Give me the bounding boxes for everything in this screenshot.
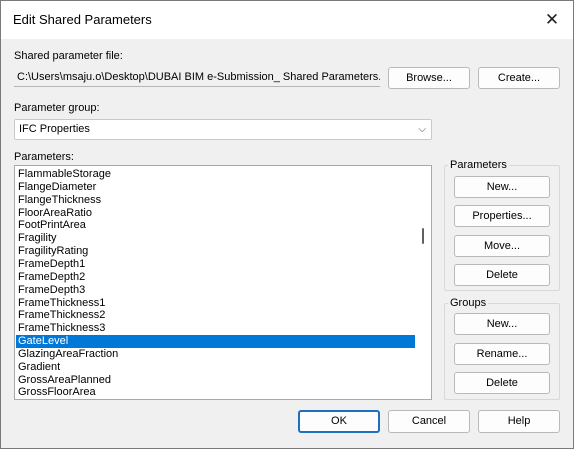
scrollbar-thumb[interactable] (422, 228, 424, 244)
groups-groupbox-title: Groups (448, 297, 489, 309)
help-button[interactable]: Help (478, 410, 560, 433)
dialog-title: Edit Shared Parameters (13, 12, 152, 27)
parameter-delete-button[interactable]: Delete (454, 264, 550, 286)
edit-shared-parameters-dialog: Edit Shared Parameters ✕ Shared paramete… (0, 0, 574, 449)
parameters-label: Parameters: (14, 151, 74, 163)
shared-file-label: Shared parameter file: (14, 50, 123, 62)
parameter-new-button[interactable]: New... (454, 176, 550, 198)
group-rename-button[interactable]: Rename... (454, 343, 550, 365)
parameter-group-select[interactable]: IFC Properties ⌵ (14, 119, 432, 140)
parameter-properties-button[interactable]: Properties... (454, 205, 550, 227)
parameter-list-item[interactable]: FrameDepth2 (16, 271, 415, 284)
parameter-list-item[interactable]: Gradient (16, 361, 415, 374)
parameter-list-item[interactable]: FlangeDiameter (16, 181, 415, 194)
parameters-groupbox-title: Parameters (448, 159, 509, 171)
close-icon[interactable]: ✕ (539, 7, 565, 33)
parameter-list-item[interactable]: FootPrintArea (16, 219, 415, 232)
parameter-list-item[interactable]: FrameThickness1 (16, 297, 415, 310)
chevron-down-icon: ⌵ (418, 124, 426, 135)
parameter-list-item[interactable]: GrossAreaPlanned (16, 374, 415, 387)
parameter-list-item[interactable]: GrossFloorArea (16, 386, 415, 399)
title-bar: Edit Shared Parameters ✕ (1, 1, 573, 39)
parameter-list-item[interactable]: FrameDepth1 (16, 258, 415, 271)
parameter-list-item[interactable]: FlammableStorage (16, 168, 415, 181)
parameters-list[interactable]: FlammableStorage FlangeDiameter FlangeThic… (14, 165, 432, 400)
cancel-button[interactable]: Cancel (388, 410, 470, 433)
browse-button[interactable]: Browse... (388, 67, 470, 89)
parameter-list-item[interactable]: FrameDepth3 (16, 284, 415, 297)
parameter-move-button[interactable]: Move... (454, 235, 550, 257)
parameter-list-item[interactable]: FrameThickness3 (16, 322, 415, 335)
parameter-list-item[interactable]: FragilityRating (16, 245, 415, 258)
ok-button[interactable]: OK (298, 410, 380, 433)
list-scrollbar[interactable] (415, 166, 431, 399)
parameter-list-item[interactable]: FrameThickness2 (16, 309, 415, 322)
parameter-list-item[interactable]: Fragility (16, 232, 415, 245)
shared-file-path: C:\Users\msaju.o\Desktop\DUBAI BIM e-Sub… (14, 67, 380, 87)
create-button[interactable]: Create... (478, 67, 560, 89)
parameter-group-value: IFC Properties (19, 123, 90, 135)
parameter-list-item[interactable]: FlangeThickness (16, 194, 415, 207)
parameter-group-label: Parameter group: (14, 102, 100, 114)
parameter-list-item[interactable]: FloorAreaRatio (16, 207, 415, 220)
parameter-list-item[interactable]: GlazingAreaFraction (16, 348, 415, 361)
group-new-button[interactable]: New... (454, 313, 550, 335)
group-delete-button[interactable]: Delete (454, 372, 550, 394)
parameter-list-item[interactable]: GateLevel (16, 335, 415, 349)
